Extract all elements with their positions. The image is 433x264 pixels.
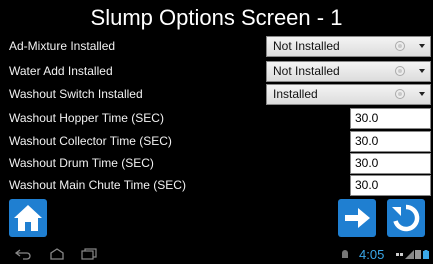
select-value: Not Installed bbox=[273, 64, 340, 78]
back-icon[interactable] bbox=[14, 248, 32, 260]
radio-indicator-icon bbox=[395, 89, 405, 99]
recent-apps-icon[interactable] bbox=[80, 248, 98, 260]
setting-label: Washout Hopper Time (SEC) bbox=[9, 111, 164, 125]
setting-row-drum-time: Washout Drum Time (SEC) 30.0 bbox=[0, 152, 433, 175]
signal-icon bbox=[405, 250, 414, 259]
home-button[interactable] bbox=[9, 199, 47, 237]
setting-row-collector-time: Washout Collector Time (SEC) 30.0 bbox=[0, 130, 433, 153]
refresh-icon bbox=[392, 204, 420, 232]
setting-row-main-chute-time: Washout Main Chute Time (SEC) 30.0 bbox=[0, 174, 433, 197]
drum-time-input[interactable]: 30.0 bbox=[350, 153, 431, 174]
chevron-down-icon bbox=[419, 44, 425, 48]
radio-indicator-icon bbox=[395, 66, 405, 76]
setting-label: Washout Collector Time (SEC) bbox=[9, 134, 172, 148]
system-nav-bar: 4:05 bbox=[0, 245, 433, 264]
android-robot-icon bbox=[342, 250, 348, 258]
setting-row-water-add: Water Add Installed Not Installed bbox=[0, 60, 433, 83]
water-add-select[interactable]: Not Installed bbox=[266, 61, 431, 82]
select-value: Not Installed bbox=[273, 39, 340, 53]
reset-button[interactable] bbox=[387, 199, 425, 237]
hopper-time-input[interactable]: 30.0 bbox=[350, 108, 431, 129]
network-icon bbox=[396, 253, 403, 256]
admixture-select[interactable]: Not Installed bbox=[266, 36, 431, 57]
collector-time-input[interactable]: 30.0 bbox=[350, 131, 431, 152]
home-icon bbox=[14, 205, 42, 231]
page-title: Slump Options Screen - 1 bbox=[90, 5, 343, 30]
main-chute-time-input[interactable]: 30.0 bbox=[350, 175, 431, 196]
next-button[interactable] bbox=[338, 199, 376, 237]
setting-label: Water Add Installed bbox=[9, 64, 113, 78]
status-clock: 4:05 bbox=[359, 247, 385, 262]
washout-switch-select[interactable]: Installed bbox=[266, 84, 431, 105]
arrow-right-icon bbox=[345, 208, 370, 228]
setting-row-admixture: Ad-Mixture Installed Not Installed bbox=[0, 35, 433, 58]
chevron-down-icon bbox=[419, 69, 425, 73]
setting-label: Washout Drum Time (SEC) bbox=[9, 156, 154, 170]
setting-row-hopper-time: Washout Hopper Time (SEC) 30.0 bbox=[0, 107, 433, 130]
select-value: Installed bbox=[273, 87, 318, 101]
sync-icon bbox=[415, 250, 421, 259]
chevron-down-icon bbox=[419, 92, 425, 96]
setting-label: Ad-Mixture Installed bbox=[9, 39, 116, 53]
battery-icon bbox=[423, 250, 429, 259]
setting-label: Washout Main Chute Time (SEC) bbox=[9, 178, 186, 192]
setting-row-washout-switch: Washout Switch Installed Installed bbox=[0, 83, 433, 106]
radio-indicator-icon bbox=[395, 41, 405, 51]
android-home-icon[interactable] bbox=[48, 248, 66, 260]
setting-label: Washout Switch Installed bbox=[9, 87, 143, 101]
